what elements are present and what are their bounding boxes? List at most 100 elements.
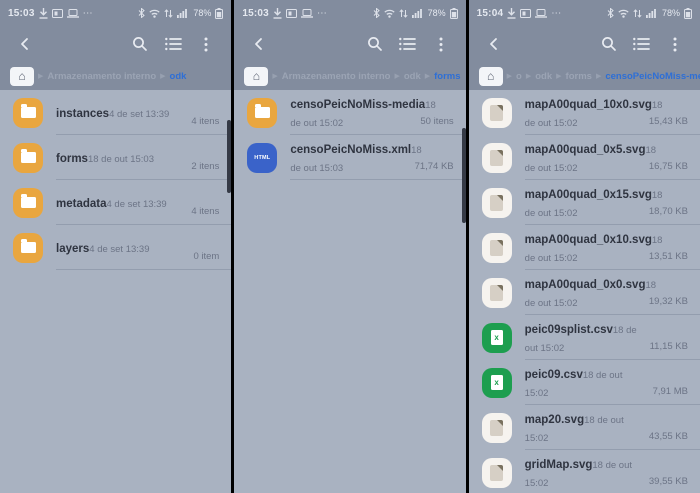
list-item[interactable]: x peic09.csv18 de out 15:02 7,91 MB <box>469 360 700 405</box>
clock: 15:03 <box>242 8 269 19</box>
crumb-separator: ▶ <box>596 72 601 80</box>
crumb-odk[interactable]: odk <box>404 71 421 82</box>
back-button[interactable] <box>246 31 272 57</box>
crumb-separator: ▶ <box>38 72 43 80</box>
back-button[interactable] <box>12 31 38 57</box>
battery-icon <box>450 8 458 19</box>
home-icon[interactable]: ⌂ <box>244 67 268 86</box>
battery-percent: 78% <box>193 8 211 18</box>
list-item[interactable]: gridMap.svg18 de out 15:02 39,55 KB <box>469 450 700 493</box>
crumb-truncated[interactable]: o <box>516 71 522 82</box>
folder-icon <box>13 143 43 173</box>
list-item[interactable]: censoPeicNoMiss-media18 de out 15:02 50 … <box>234 90 465 135</box>
crumb-media[interactable]: censoPeicNoMiss-media <box>605 71 700 82</box>
search-icon[interactable] <box>596 31 622 57</box>
file-name: gridMap.svg <box>525 459 593 471</box>
battery-percent: 78% <box>428 8 446 18</box>
list-item[interactable]: mapA00quad_0x10.svg18 de out 15:02 13,51… <box>469 225 700 270</box>
file-manager-screen-odk: 15:03 ⋯ 78% ⌂ ▶ Armazenamento interno <box>0 0 231 493</box>
overflow-menu-icon[interactable] <box>193 31 219 57</box>
clock: 15:04 <box>477 8 504 19</box>
view-list-icon[interactable] <box>395 31 421 57</box>
signal-strength-icon <box>646 9 656 18</box>
crumb-separator: ▶ <box>556 72 561 80</box>
file-size: 7,91 MB <box>647 386 688 397</box>
list-item[interactable]: x peic09splist.csv18 de out 15:02 11,15 … <box>469 315 700 360</box>
crumb-internal-storage[interactable]: Armazenamento interno <box>47 71 156 82</box>
file-name: mapA00quad_0x0.svg <box>525 279 646 291</box>
home-icon[interactable]: ⌂ <box>479 67 503 86</box>
download-icon <box>39 8 48 19</box>
bluetooth-icon <box>607 8 614 18</box>
file-size: 16,75 KB <box>643 161 688 172</box>
file-date: 18 de out 15:03 <box>88 154 154 165</box>
status-bar: 15:04 ⋯ 78% <box>469 0 700 26</box>
item-count: 0 item <box>187 251 219 262</box>
crumb-internal-storage[interactable]: Armazenamento interno <box>282 71 391 82</box>
svg-file-icon <box>482 233 512 263</box>
bluetooth-icon <box>373 8 380 18</box>
file-list: censoPeicNoMiss-media18 de out 15:02 50 … <box>234 90 465 180</box>
item-count: 50 itens <box>414 116 453 127</box>
crumb-forms[interactable]: forms <box>434 71 460 82</box>
more-notifications-icon: ⋯ <box>317 8 327 19</box>
crumb-separator: ▶ <box>272 72 277 80</box>
crumb-odk[interactable]: odk <box>170 71 187 82</box>
view-list-icon[interactable] <box>629 31 655 57</box>
csv-file-icon: x <box>482 323 512 353</box>
overflow-menu-icon[interactable] <box>662 31 688 57</box>
laptop-icon <box>535 9 547 18</box>
crumb-separator: ▶ <box>160 72 165 80</box>
file-name: peic09splist.csv <box>525 324 613 336</box>
signal-strength-icon <box>412 9 422 18</box>
svg-file-icon <box>482 278 512 308</box>
file-size: 11,15 KB <box>644 341 688 352</box>
search-icon[interactable] <box>127 31 153 57</box>
file-size: 71,74 KB <box>409 161 454 172</box>
crumb-forms[interactable]: forms <box>566 71 592 82</box>
list-item[interactable]: mapA00quad_0x15.svg18 de out 15:02 18,70… <box>469 180 700 225</box>
search-icon[interactable] <box>362 31 388 57</box>
file-name: mapA00quad_0x15.svg <box>525 189 652 201</box>
list-item[interactable]: metadata4 de set 13:39 4 itens <box>0 180 231 225</box>
file-name: map20.svg <box>525 414 584 426</box>
file-date: 4 de set 13:39 <box>109 109 169 120</box>
sim-toolkit-icon <box>286 9 297 18</box>
file-name: metadata <box>56 198 107 210</box>
scrollbar[interactable] <box>462 128 466 223</box>
mobile-data-icon <box>399 9 408 18</box>
battery-percent: 78% <box>662 8 680 18</box>
list-item[interactable]: mapA00quad_0x5.svg18 de out 15:02 16,75 … <box>469 135 700 180</box>
crumb-odk[interactable]: odk <box>535 71 552 82</box>
toolbar <box>469 26 700 62</box>
file-size: 39,55 KB <box>643 476 688 487</box>
svg-file-icon <box>482 188 512 218</box>
list-item[interactable]: HTML censoPeicNoMiss.xml18 de out 15:03 … <box>234 135 465 180</box>
mobile-data-icon <box>633 9 642 18</box>
file-name: mapA00quad_0x10.svg <box>525 234 652 246</box>
status-bar: 15:03 ⋯ 78% <box>0 0 231 26</box>
list-item[interactable]: instances4 de set 13:39 4 itens <box>0 90 231 135</box>
csv-file-icon: x <box>482 368 512 398</box>
more-notifications-icon: ⋯ <box>551 8 561 19</box>
file-name: censoPeicNoMiss.xml <box>290 144 411 156</box>
svg-file-icon <box>482 143 512 173</box>
view-list-icon[interactable] <box>160 31 186 57</box>
file-size: 18,70 KB <box>643 206 688 217</box>
crumb-separator: ▶ <box>507 72 512 80</box>
overflow-menu-icon[interactable] <box>428 31 454 57</box>
home-icon[interactable]: ⌂ <box>10 67 34 86</box>
list-item[interactable]: map20.svg18 de out 15:02 43,55 KB <box>469 405 700 450</box>
list-item[interactable]: mapA00quad_0x0.svg18 de out 15:02 19,32 … <box>469 270 700 315</box>
file-date: 4 de set 13:39 <box>89 244 149 255</box>
file-manager-screen-media: 15:04 ⋯ 78% ⌂ ▶ o ▶ odk <box>469 0 700 493</box>
back-button[interactable] <box>481 31 507 57</box>
scrollbar[interactable] <box>227 120 231 193</box>
list-item[interactable]: mapA00quad_10x0.svg18 de out 15:02 15,43… <box>469 90 700 135</box>
breadcrumb: ⌂ ▶ Armazenamento interno ▶ odk ▶ forms <box>234 62 465 90</box>
breadcrumb: ⌂ ▶ Armazenamento interno ▶ odk <box>0 62 231 90</box>
file-name: forms <box>56 153 88 165</box>
list-item[interactable]: layers4 de set 13:39 0 item <box>0 225 231 270</box>
file-manager-screen-forms: 15:03 ⋯ 78% ⌂ ▶ Armazenamento interno <box>234 0 465 493</box>
list-item[interactable]: forms18 de out 15:03 2 itens <box>0 135 231 180</box>
